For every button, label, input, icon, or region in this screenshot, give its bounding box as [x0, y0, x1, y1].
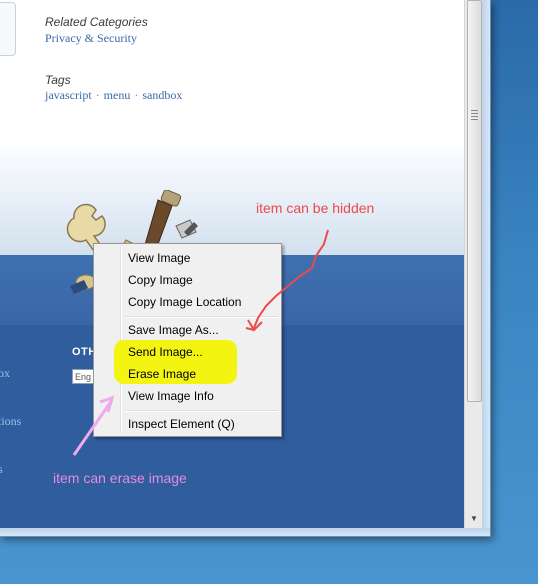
vertical-scrollbar[interactable]: ▼: [464, 0, 483, 528]
tag-link-sandbox[interactable]: sandbox: [142, 88, 182, 102]
menu-item-copy-image[interactable]: Copy Image: [128, 270, 193, 290]
tags-list: javascript · menu · sandbox: [45, 88, 182, 103]
scroll-down-arrow-icon[interactable]: ▼: [465, 510, 483, 528]
menu-separator-icon: [124, 316, 278, 318]
window-frame-bottom[interactable]: [0, 528, 490, 536]
tag-separator: ·: [134, 88, 139, 102]
scroll-grip-icon: [471, 110, 478, 122]
menu-separator-icon: [124, 410, 278, 412]
footer-link-2[interactable]: tions: [0, 414, 21, 429]
menu-item-view-image[interactable]: View Image: [128, 248, 190, 268]
tag-link-menu[interactable]: menu: [104, 88, 131, 102]
tag-link-javascript[interactable]: javascript: [45, 88, 92, 102]
footer-link-1[interactable]: ox: [0, 366, 10, 381]
menu-item-send-image[interactable]: Send Image...: [128, 342, 203, 362]
window-frame-right[interactable]: [482, 0, 490, 536]
menu-item-save-image-as[interactable]: Save Image As...: [128, 320, 219, 340]
related-categories-heading: Related Categories: [45, 15, 148, 29]
menu-item-view-image-info[interactable]: View Image Info: [128, 386, 214, 406]
tags-heading: Tags: [45, 73, 71, 87]
hidden-annotation-text: item can be hidden: [256, 200, 375, 216]
browser-window: Related Categories Privacy & Security Ta…: [0, 0, 491, 537]
footer-link-3[interactable]: s: [0, 462, 3, 477]
scrollbar-thumb[interactable]: [467, 0, 482, 402]
menu-item-erase-image[interactable]: Erase Image: [128, 364, 196, 384]
menu-item-inspect-element[interactable]: Inspect Element (Q): [128, 414, 235, 434]
context-menu: View Image Copy Image Copy Image Locatio…: [93, 243, 282, 437]
menu-item-copy-image-location[interactable]: Copy Image Location: [128, 292, 241, 312]
tag-separator: ·: [95, 88, 100, 102]
side-panel-box: [0, 2, 16, 56]
erase-annotation-text: item can erase image: [53, 470, 187, 486]
related-category-link[interactable]: Privacy & Security: [45, 31, 137, 46]
